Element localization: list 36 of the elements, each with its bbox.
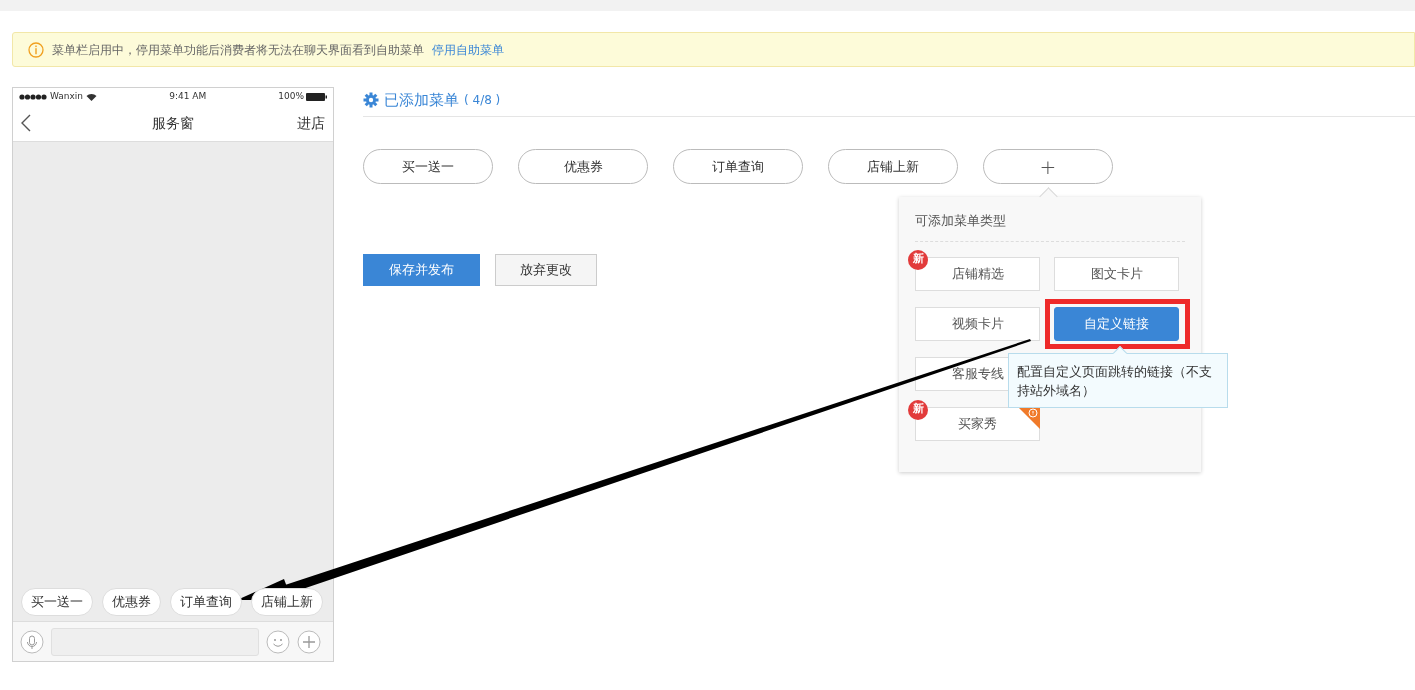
phone-title: 服务窗 — [152, 113, 194, 133]
info-icon — [28, 41, 44, 58]
plus-icon[interactable] — [297, 629, 321, 654]
new-badge: 新 — [908, 249, 928, 270]
menu-chip[interactable]: 优惠券 — [102, 588, 161, 616]
menu-type-button[interactable]: 视频卡片 — [915, 306, 1040, 341]
gear-icon — [363, 92, 379, 108]
wifi-icon — [86, 92, 98, 101]
save-publish-button[interactable]: 保存并发布 — [363, 254, 480, 286]
popover-title: 可添加菜单类型 — [915, 211, 1185, 242]
menu-type-button[interactable]: 自定义链接 — [1054, 306, 1179, 341]
new-badge: 新 — [908, 399, 928, 420]
tooltip: 配置自定义页面跳转的链接（不支持站外域名） — [1008, 353, 1228, 408]
discard-button[interactable]: 放弃更改 — [495, 254, 597, 286]
menu-item-button[interactable]: 订单查询 — [673, 149, 803, 184]
notice-text: 菜单栏启用中，停用菜单功能后消费者将无法在聊天界面看到自助菜单 — [52, 41, 424, 59]
signal-icon — [19, 93, 47, 100]
disable-menu-link[interactable]: 停用自助菜单 — [432, 40, 504, 59]
battery-icon — [306, 92, 327, 101]
menu-count: ( 4/8 ) — [464, 92, 501, 109]
menu-chip[interactable]: 买一送一 — [21, 588, 93, 616]
carrier-name: Wanxin — [50, 89, 84, 103]
emoji-icon[interactable] — [266, 629, 290, 654]
menu-item-button[interactable]: 买一送一 — [363, 149, 493, 184]
section-title: 已添加菜单 — [384, 89, 459, 111]
menu-chip[interactable]: 订单查询 — [170, 588, 242, 616]
battery-percent: 100% — [278, 89, 304, 103]
back-icon[interactable] — [21, 114, 31, 132]
menu-item-button[interactable]: 优惠券 — [518, 149, 648, 184]
menu-item-button[interactable]: 店铺上新 — [828, 149, 958, 184]
status-time: 9:41 AM — [169, 89, 207, 103]
microphone-icon[interactable] — [20, 629, 44, 654]
enter-store-link[interactable]: 进店 — [297, 112, 325, 134]
menu-chip[interactable]: 店铺上新 — [251, 588, 323, 616]
menu-type-button[interactable]: 图文卡片 — [1054, 256, 1179, 291]
add-menu-button[interactable]: + — [983, 149, 1113, 184]
